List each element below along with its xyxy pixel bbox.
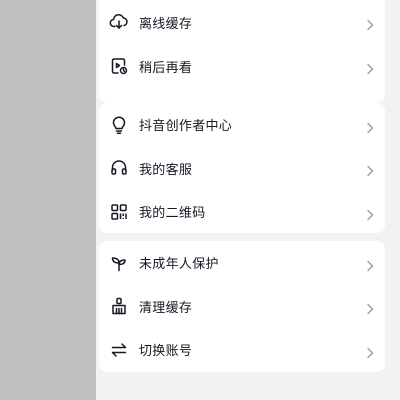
menu-group-account: 未成年人保护 清理缓存 切换账号 [99,241,385,372]
menu-item-label: 稍后再看 [139,60,193,76]
chevron-right-icon [365,162,375,177]
watch-later-icon [109,56,129,76]
menu-item-label: 我的客服 [139,162,193,178]
headset-icon [109,158,129,178]
chevron-right-icon [365,119,375,133]
menu-group-storage: 离线缓存 稍后再看 [99,0,385,103]
menu-item-qr-code[interactable]: 我的二维码 [99,190,385,234]
chevron-right-icon [365,60,375,75]
chevron-right-icon [365,344,375,359]
broom-icon [109,296,129,316]
menu-item-switch-account[interactable]: 切换账号 [99,328,385,372]
menu-item-label: 清理缓存 [139,300,193,316]
menu-item-label: 我的二维码 [139,206,206,222]
menu-group-services: 抖音创作者中心 我的客服 我的二维码 [99,103,385,233]
menu-item-label: 未成年人保护 [139,257,219,273]
switch-arrows-icon [109,340,129,360]
menu-item-label: 切换账号 [139,344,193,360]
qr-code-icon [109,202,129,222]
cloud-download-icon [109,12,129,32]
chevron-right-icon [365,16,375,31]
menu-item-customer-service[interactable]: 我的客服 [99,147,385,191]
sprout-icon [109,253,129,273]
menu-item-watch-later[interactable]: 稍后再看 [99,44,385,88]
menu-item-clear-cache[interactable]: 清理缓存 [99,285,385,329]
chevron-right-icon [365,257,375,271]
menu-item-creator-center[interactable]: 抖音创作者中心 [99,103,385,147]
menu-item-minor-protection[interactable]: 未成年人保护 [99,241,385,285]
lightbulb-icon [109,115,129,135]
side-menu-panel: 离线缓存 稍后再看 抖音创作者中心 我的客服 我的二维码 未成年人保护 清理缓存… [96,0,400,400]
chevron-right-icon [365,300,375,315]
menu-item-offline-cache[interactable]: 离线缓存 [99,0,385,44]
menu-item-label: 抖音创作者中心 [139,119,233,135]
chevron-right-icon [365,206,375,221]
menu-item-label: 离线缓存 [139,16,193,32]
